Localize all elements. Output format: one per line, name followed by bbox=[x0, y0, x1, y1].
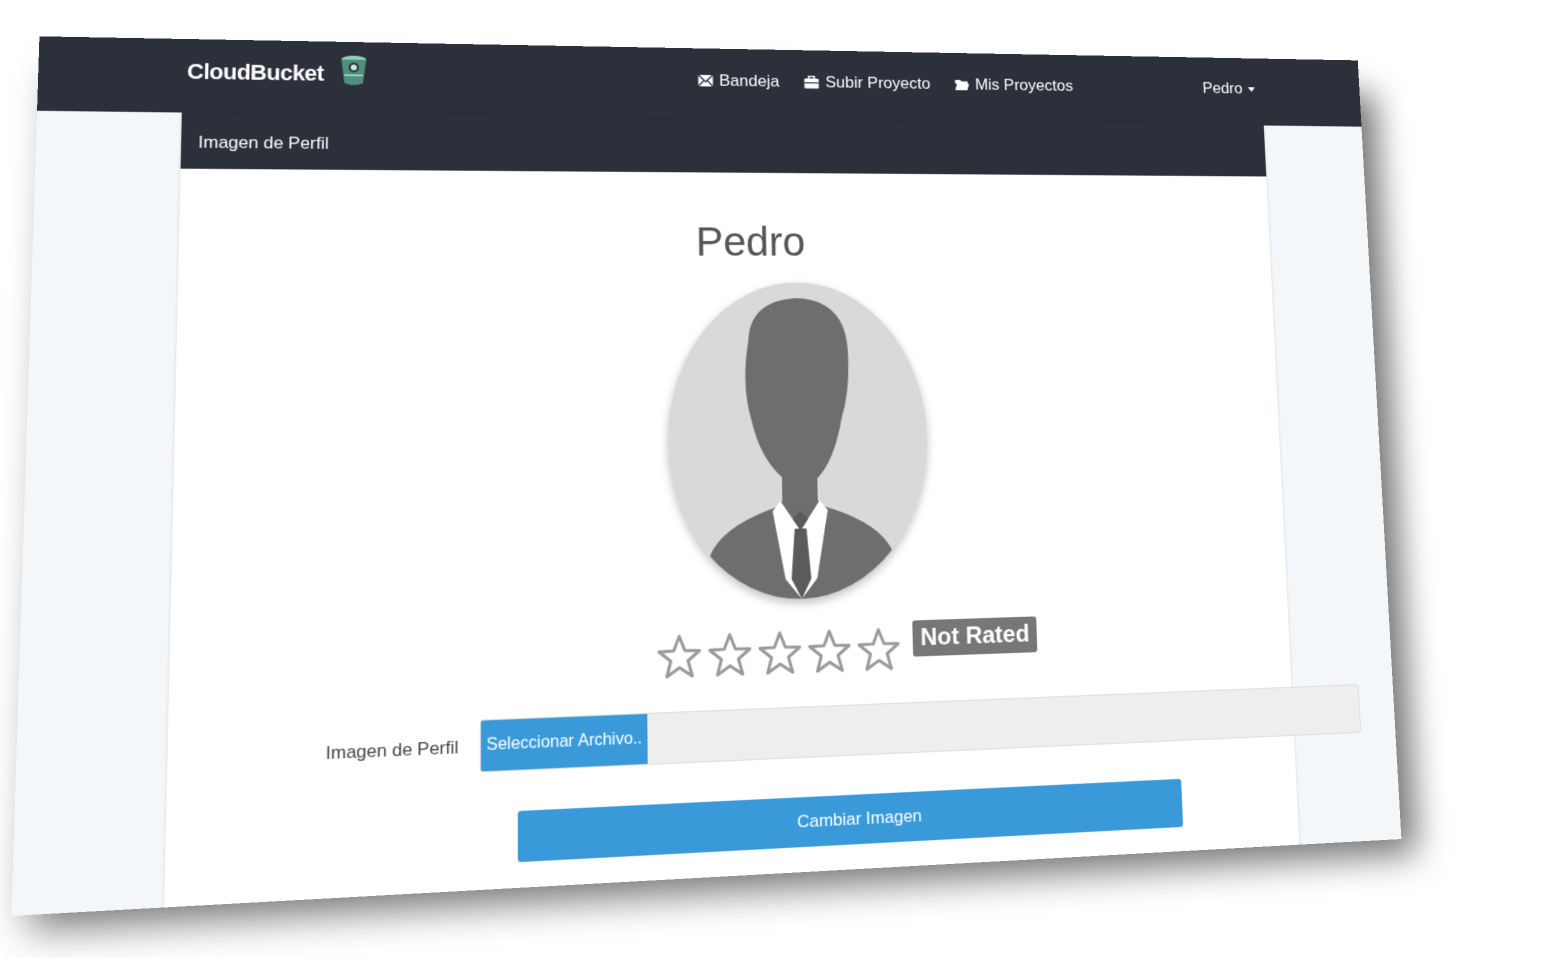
user-name: Pedro bbox=[1202, 79, 1243, 98]
caret-down-icon bbox=[1247, 86, 1256, 92]
nav-link-subir-proyecto[interactable]: Subir Proyecto bbox=[804, 73, 931, 94]
folder-open-icon bbox=[954, 79, 970, 91]
nav-link-label: Mis Proyectos bbox=[974, 75, 1074, 95]
avatar bbox=[666, 282, 931, 603]
profile-panel: Imagen de Perfil Pedro Not Rated Imagen … bbox=[163, 112, 1362, 912]
brand-name[interactable]: CloudBucket bbox=[187, 59, 324, 87]
briefcase-icon bbox=[804, 76, 820, 89]
star-icon[interactable] bbox=[757, 629, 804, 677]
star-icon[interactable] bbox=[806, 628, 852, 676]
select-file-button[interactable]: Seleccionar Archivo.. bbox=[480, 713, 648, 772]
file-input[interactable]: Seleccionar Archivo.. bbox=[479, 684, 1362, 773]
upload-label: Imagen de Perfil bbox=[325, 737, 459, 764]
person-silhouette-icon bbox=[666, 282, 931, 603]
profile-name: Pedro bbox=[695, 218, 806, 265]
star-rating: Not Rated bbox=[656, 616, 1038, 682]
nav-links: Bandeja Subir Proyecto Mis Proyectos bbox=[698, 71, 1074, 95]
star-icon[interactable] bbox=[856, 626, 902, 674]
stage: CloudBucket Bandeja Subir Proyecto Mis P… bbox=[0, 0, 1554, 958]
upload-form-row: Imagen de Perfil Seleccionar Archivo.. bbox=[167, 684, 1362, 787]
app-screen: CloudBucket Bandeja Subir Proyecto Mis P… bbox=[11, 36, 1402, 916]
nav-link-label: Subir Proyecto bbox=[825, 73, 931, 93]
rating-badge: Not Rated bbox=[912, 616, 1038, 657]
bucket-logo-icon[interactable] bbox=[338, 54, 369, 88]
star-icon[interactable] bbox=[656, 633, 703, 682]
star-icon[interactable] bbox=[706, 631, 753, 680]
user-dropdown[interactable]: Pedro bbox=[1202, 79, 1256, 98]
nav-link-mis-proyectos[interactable]: Mis Proyectos bbox=[954, 75, 1073, 95]
envelope-icon bbox=[698, 74, 714, 88]
nav-link-label: Bandeja bbox=[719, 71, 780, 91]
nav-link-bandeja[interactable]: Bandeja bbox=[698, 71, 780, 91]
change-image-button[interactable]: Cambiar Imagen bbox=[517, 778, 1184, 863]
